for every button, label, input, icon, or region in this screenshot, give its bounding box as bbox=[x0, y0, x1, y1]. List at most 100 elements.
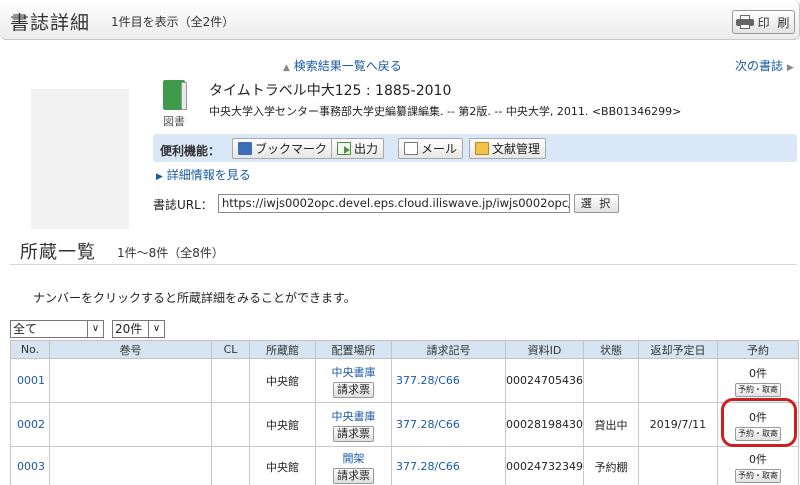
docmgmt-label: 文献管理 bbox=[492, 142, 541, 156]
col-header-due-date: 返却予定日 bbox=[637, 340, 718, 359]
cover-image-placeholder bbox=[31, 89, 129, 229]
col-header-call-number: 請求記号 bbox=[391, 340, 506, 359]
reserve-button[interactable]: 予約・取寄 bbox=[734, 382, 781, 397]
location-link[interactable]: 中央書庫 bbox=[332, 366, 376, 379]
detail-info-link[interactable]: ▶ 詳細情報を見る bbox=[156, 166, 251, 183]
col-header-location: 配置場所 bbox=[315, 340, 392, 359]
item-id-cell: 00024705436 bbox=[505, 358, 584, 403]
record-url-field[interactable]: https://iwjs0002opc.devel.eps.cloud.ilis… bbox=[218, 194, 570, 213]
due-date-cell bbox=[637, 446, 718, 485]
call-number-link[interactable]: 377.28/C66 bbox=[396, 374, 460, 387]
printer-icon bbox=[735, 15, 754, 29]
col-header-volume: 巻号 bbox=[49, 340, 212, 359]
back-label: 検索結果一覧へ戻る bbox=[293, 59, 402, 73]
call-number-link[interactable]: 377.28/C66 bbox=[396, 418, 460, 431]
col-header-status: 状態 bbox=[582, 340, 639, 359]
filter-select[interactable]: 全て ∨ bbox=[10, 320, 104, 338]
reserve-button[interactable]: 予約・取寄 bbox=[734, 426, 781, 441]
select-url-button[interactable]: 選 択 bbox=[574, 194, 619, 213]
output-label: 出力 bbox=[354, 142, 379, 156]
material-type-label: 図書 bbox=[163, 115, 185, 128]
output-button[interactable]: 出力 bbox=[331, 138, 385, 159]
export-icon bbox=[337, 142, 351, 155]
detail-info-label: 詳細情報を見る bbox=[166, 168, 251, 182]
cl-cell bbox=[211, 402, 250, 447]
holdings-table: No. 巻号 CL 所蔵館 配置場所 請求記号 資料ID 状態 返却予定日 予約… bbox=[10, 340, 799, 485]
call-number-cell: 377.28/C66 bbox=[391, 358, 506, 403]
per-page-value: 20件 bbox=[115, 322, 143, 336]
tools-label: 便利機能： bbox=[160, 144, 221, 158]
triangle-right-icon: ▶ bbox=[786, 63, 794, 73]
col-header-cl: CL bbox=[211, 340, 250, 359]
header-bar: 書誌詳細 1件目を表示（全2件） 印 刷 bbox=[0, 0, 800, 40]
library-cell: 中央館 bbox=[249, 402, 316, 447]
status-cell bbox=[582, 358, 639, 403]
triangle-up-icon: ▲ bbox=[283, 63, 290, 73]
print-button[interactable]: 印 刷 bbox=[732, 10, 795, 34]
chevron-down-icon: ∨ bbox=[148, 321, 164, 337]
back-to-results-link[interactable]: ▲ 検索結果一覧へ戻る bbox=[283, 57, 402, 74]
holdings-count: 1件～8件（全8件） bbox=[117, 246, 224, 260]
item-number-link[interactable]: 0003 bbox=[10, 446, 50, 485]
request-slip-button[interactable]: 請求票 bbox=[333, 381, 374, 398]
col-header-no: No. bbox=[10, 340, 50, 359]
print-label: 印 刷 bbox=[757, 15, 792, 30]
url-label: 書誌URL： bbox=[153, 198, 213, 212]
tools-bar: 便利機能： ブックマーク 出力 メール 文献管理 bbox=[153, 134, 797, 162]
book-title: タイムトラベル中大125 : 1885-2010 bbox=[209, 83, 452, 99]
location-link[interactable]: 開架 bbox=[343, 452, 365, 465]
item-number-link[interactable]: 0002 bbox=[10, 402, 50, 447]
book-meta: 中央大学入学センター事務部大学史編纂課編集. -- 第2版. -- 中央大学, … bbox=[209, 105, 682, 118]
page-title: 書誌詳細 bbox=[10, 12, 91, 34]
mail-icon bbox=[404, 142, 418, 155]
reservation-count: 0件 bbox=[748, 410, 767, 424]
request-slip-button[interactable]: 請求票 bbox=[333, 425, 374, 442]
col-header-reservation: 予約 bbox=[716, 340, 799, 359]
reservation-cell: 0件 予約・取寄 bbox=[716, 358, 799, 403]
filter-value: 全て bbox=[13, 322, 38, 336]
library-cell: 中央館 bbox=[249, 358, 316, 403]
location-link[interactable]: 中央書庫 bbox=[332, 410, 376, 423]
reservation-cell: 0件 予約・取寄 bbox=[716, 402, 799, 447]
per-page-select[interactable]: 20件 ∨ bbox=[112, 320, 165, 338]
reserve-button[interactable]: 予約・取寄 bbox=[734, 468, 781, 483]
mail-label: メール bbox=[421, 142, 458, 156]
call-number-cell: 377.28/C66 bbox=[391, 446, 506, 485]
location-cell: 中央書庫 請求票 bbox=[315, 358, 392, 403]
page-subtitle: 1件目を表示（全2件） bbox=[111, 15, 235, 29]
bookmark-label: ブックマーク bbox=[255, 142, 328, 156]
item-number-link[interactable]: 0001 bbox=[10, 358, 50, 403]
location-cell: 中央書庫 請求票 bbox=[315, 402, 392, 447]
col-header-library: 所蔵館 bbox=[249, 340, 316, 359]
folder-icon bbox=[475, 142, 489, 155]
table-row: 0003 中央館 開架 請求票 377.28/C66 00024732349 予… bbox=[10, 446, 799, 485]
table-row: 0001 中央館 中央書庫 請求票 377.28/C66 00024705436… bbox=[10, 358, 799, 403]
next-label: 次の書誌 bbox=[735, 59, 784, 73]
col-header-item-id: 資料ID bbox=[505, 340, 584, 359]
divider bbox=[10, 264, 797, 265]
book-icon bbox=[163, 80, 189, 112]
item-id-cell: 00024732349 bbox=[505, 446, 584, 485]
next-record-link[interactable]: 次の書誌 ▶ bbox=[735, 57, 794, 74]
mail-button[interactable]: メール bbox=[398, 138, 464, 159]
document-management-button[interactable]: 文献管理 bbox=[469, 138, 547, 159]
chevron-down-icon: ∨ bbox=[87, 321, 103, 337]
holdings-title: 所蔵一覧 bbox=[20, 242, 96, 263]
due-date-cell: 2019/7/11 bbox=[637, 402, 718, 447]
call-number-link[interactable]: 377.28/C66 bbox=[396, 460, 460, 473]
bookmark-button[interactable]: ブックマーク bbox=[232, 138, 334, 159]
volume-cell bbox=[49, 402, 212, 447]
table-row: 0002 中央館 中央書庫 請求票 377.28/C66 00028198430… bbox=[10, 402, 799, 447]
reservation-cell: 0件 予約・取寄 bbox=[716, 446, 799, 485]
status-cell: 予約棚 bbox=[582, 446, 639, 485]
status-cell: 貸出中 bbox=[582, 402, 639, 447]
library-cell: 中央館 bbox=[249, 446, 316, 485]
volume-cell bbox=[49, 446, 212, 485]
request-slip-button[interactable]: 請求票 bbox=[333, 467, 374, 484]
location-cell: 開架 請求票 bbox=[315, 446, 392, 485]
call-number-cell: 377.28/C66 bbox=[391, 402, 506, 447]
holdings-instruction: ナンバーをクリックすると所蔵詳細をみることができます。 bbox=[33, 291, 356, 305]
cl-cell bbox=[211, 358, 250, 403]
due-date-cell bbox=[637, 358, 718, 403]
reservation-count: 0件 bbox=[748, 366, 767, 380]
